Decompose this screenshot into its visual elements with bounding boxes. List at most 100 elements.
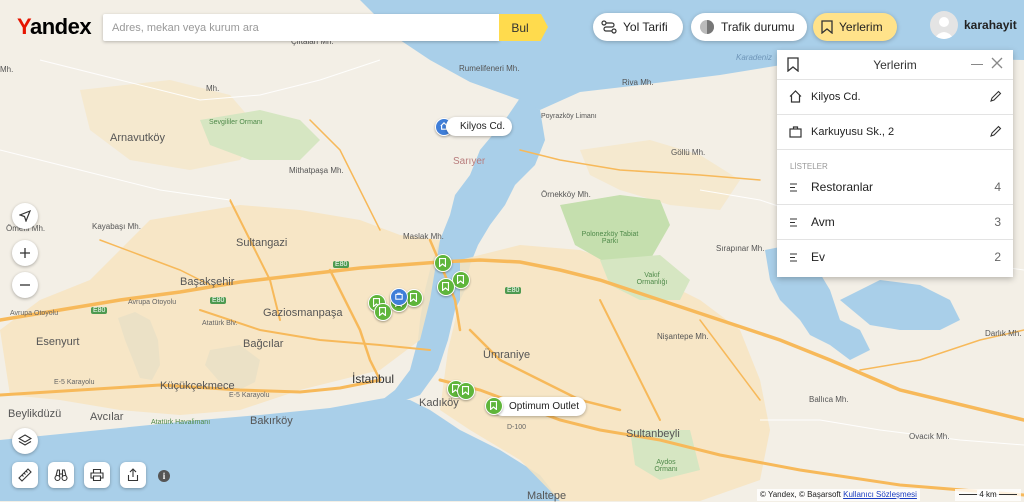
road-e80-a: E80 [333,261,350,268]
road-avrupa-otoyolu: Avrupa Otoyolu [128,299,177,306]
road-ataturk-blv: Atatürk Blv. [202,320,238,327]
map-label-nisantepe: Nişantepe Mh. [657,332,709,341]
route-button[interactable]: Yol Tarifi [593,13,683,41]
copyright-footer: © Yandex, © Başarsoft Kullanıcı Sözleşme… [757,489,920,501]
map-label-beylikduzu: Beylikdüzü [8,408,62,420]
address-item-home[interactable]: Kilyos Cd. [777,80,1013,115]
minimize-icon[interactable] [971,64,983,65]
printer-icon [90,468,104,482]
map-label-gaziosmanpasa: Gaziosmanpaşa [263,307,343,319]
share-icon [127,468,139,482]
search-bar: Bul [103,14,548,41]
map-label-vakif: Vakıf Ormanlığı [636,272,668,286]
info-icon[interactable]: i [158,470,170,482]
lists-heading: LİSTELER [790,162,828,171]
bookmark-icon [490,401,497,410]
map-label-bagcilar: Bağcılar [243,338,284,350]
outlet-marker-label[interactable]: Optimum Outlet [493,397,587,416]
list-count: 2 [994,250,1001,264]
share-button[interactable] [120,462,146,488]
map-label-mh2: Mh. [206,84,220,93]
search-input[interactable] [103,14,499,41]
road-e80-b: E80 [210,297,227,304]
road-e80-d: E80 [505,287,522,294]
layers-icon [18,434,32,446]
binoculars-icon [54,469,68,482]
list-item-avm[interactable]: Avm 3 [777,205,1013,240]
my-places-label: Yerlerim [839,20,883,34]
map-label-istanbul: İstanbul [352,372,395,386]
map-label-ataturk-airport: Atatürk Havalimanı [151,419,211,426]
locate-button[interactable] [12,203,38,229]
bookmark-icon [821,20,833,34]
map-label-sariyer: Sarıyer [453,156,486,167]
location-arrow-icon [19,210,31,222]
bookmark-icon [379,307,386,316]
route-icon [601,20,617,34]
road-e80-c: E80 [91,307,108,314]
panel-header: Yerlerim [777,50,1013,80]
map-label-maslak: Maslak Mh. [403,232,444,241]
map-label-karadeniz: Karadeniz [736,53,773,62]
route-label: Yol Tarifi [623,20,668,34]
avatar[interactable] [930,11,958,39]
zoom-in-button[interactable] [12,240,38,266]
scale-label: 4 km [977,490,999,499]
list-name: Restoranlar [811,180,874,194]
logo-y: Y [17,14,30,39]
close-icon[interactable] [991,57,1003,69]
my-places-button[interactable]: Yerlerim [813,13,897,41]
bookmark-icon [457,275,464,284]
map-label-arnavutkoy: Arnavutköy [110,132,166,144]
list-count: 3 [994,215,1001,229]
yandex-logo[interactable]: Yandex [17,14,92,40]
list-item-restaurants[interactable]: Restoranlar 4 [777,170,1013,205]
list-marker[interactable] [374,303,392,321]
road-d100: D-100 [507,424,527,431]
traffic-button[interactable]: Trafik durumu [691,13,807,41]
bookmark-icon [442,282,449,291]
minus-icon [20,284,30,286]
list-marker[interactable] [457,382,475,400]
map-label-riva: Riva Mh. [622,78,654,87]
map-label-mh1: Mh. [0,65,14,74]
list-name: Avm [811,215,835,229]
traffic-label: Trafik durumu [721,20,795,34]
traffic-icon [700,20,714,34]
map-label-umraniye: Ümraniye [483,349,531,361]
outlet-marker[interactable] [485,397,503,415]
map-label-sirapinar: Sırapınar Mh. [716,244,765,253]
map-label-basaksehir: Başakşehir [180,276,235,288]
panorama-button[interactable] [48,462,74,488]
ruler-button[interactable] [12,462,38,488]
map-label-kayabasi: Kayabaşı Mh. [92,222,141,231]
bookmark-icon [410,293,417,302]
bookmark-icon [439,258,446,267]
map-label-sultanbeyli: Sultanbeyli [626,428,680,440]
scale-bar: 4 km [955,489,1021,501]
work-marker[interactable] [390,288,408,306]
ruler-icon [18,468,32,482]
list-marker[interactable] [434,254,452,272]
map-label-polonezkoy: Polonezköy Tabiat Parkı [581,231,639,245]
print-button[interactable] [84,462,110,488]
bookmark-icon [462,386,469,395]
user-menu[interactable]: karahayit [930,11,1017,39]
address-label: Kilyos Cd. [811,91,861,103]
zoom-out-button[interactable] [12,272,38,298]
list-item-ev[interactable]: Ev 2 [777,240,1013,274]
map-label-sevgililer: Sevgililer Ormanı [209,119,263,126]
home-icon [789,90,802,103]
search-button[interactable]: Bul [499,14,548,41]
layers-button[interactable] [12,428,38,454]
address-item-work[interactable]: Karkuyusu Sk., 2 [777,115,1013,150]
map-label-maltepe: Maltepe [527,490,567,502]
list-name: Ev [811,250,826,264]
home-marker-label[interactable]: Kilyos Cd. [446,117,513,136]
list-marker[interactable] [437,278,455,296]
logo-rest: andex [29,14,92,39]
pencil-icon[interactable] [990,90,1002,102]
map-label-rumelifeneri: Rumelifeneri Mh. [459,64,520,73]
terms-link[interactable]: Kullanıcı Sözleşmesi [843,490,917,499]
pencil-icon[interactable] [990,125,1002,137]
